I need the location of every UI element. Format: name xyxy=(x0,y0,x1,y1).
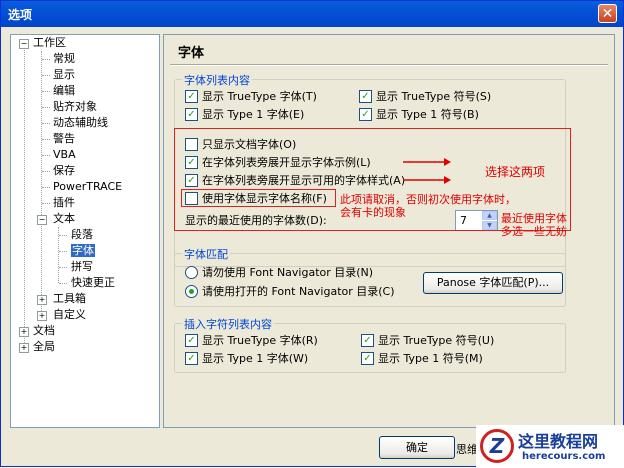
tree-item[interactable]: 显示 xyxy=(53,67,75,83)
insert-tt-symbol-checkbox[interactable]: ✓ 显示 TrueType 符号(U) xyxy=(361,334,494,348)
insert-tt-font-checkbox[interactable]: ✓ 显示 TrueType 字体(R) xyxy=(185,334,318,348)
annotation-arrows xyxy=(403,158,451,184)
expand-icon[interactable]: + xyxy=(19,343,29,353)
font-match-group: 字体匹配 请勿使用 Font Navigator 目录(N) 请使用打开的 Fo… xyxy=(174,246,566,307)
tree-line xyxy=(24,47,25,347)
expand-icon[interactable]: + xyxy=(19,327,29,337)
group-legend: 字体匹配 xyxy=(182,246,230,262)
options-tree[interactable]: − 工作区 常规 显示 编辑 贴齐对象 动态辅助线 警告 VBA 保存 Powe… xyxy=(10,34,160,428)
expand-icon[interactable]: + xyxy=(37,311,47,321)
annotation-uncheck-1: 此项请取消，否则初次使用字体时， xyxy=(340,193,516,206)
tree-item[interactable]: 拼写 xyxy=(71,259,93,275)
collapse-icon[interactable]: − xyxy=(19,39,29,49)
tree-item[interactable]: 快速更正 xyxy=(71,275,115,291)
tree-item-font-selected[interactable]: 字体 xyxy=(71,243,95,259)
watermark-url: herecours.com xyxy=(522,451,606,462)
page-title: 字体 xyxy=(178,46,205,61)
tree-item-toolbox[interactable]: 工具箱 xyxy=(53,291,86,307)
tree-item-text[interactable]: 文本 xyxy=(53,211,75,227)
tree-item[interactable]: 警告 xyxy=(53,131,75,147)
tree-item[interactable]: PowerTRACE xyxy=(53,179,122,195)
tree-item[interactable]: 段落 xyxy=(71,227,93,243)
tree-item-workspace[interactable]: 工作区 xyxy=(33,35,66,51)
annotation-uncheck-2: 会有卡的现象 xyxy=(340,206,406,219)
tree-item-global[interactable]: 全局 xyxy=(33,339,55,355)
expand-icon[interactable]: + xyxy=(37,295,47,305)
tree-item[interactable]: 编辑 xyxy=(53,83,75,99)
show-tt-symbol-checkbox[interactable]: ✓ 显示 TrueType 符号(S) xyxy=(359,90,491,104)
show-tt-font-checkbox[interactable]: ✓ 显示 TrueType 字体(T) xyxy=(185,90,317,104)
show-t1-font-checkbox[interactable]: ✓ 显示 Type 1 字体(E) xyxy=(185,108,304,122)
show-t1-symbol-checkbox[interactable]: ✓ 显示 Type 1 符号(B) xyxy=(359,108,479,122)
tree-item-document[interactable]: 文档 xyxy=(33,323,55,339)
close-button[interactable]: ✕ xyxy=(598,4,617,23)
insert-char-group: 插入字符列表内容 ✓ 显示 TrueType 字体(R) ✓ 显示 TrueType… xyxy=(174,316,566,373)
tree-item[interactable]: 插件 xyxy=(53,195,75,211)
insert-t1-symbol-checkbox[interactable]: ✓ 显示 Type 1 符号(M) xyxy=(361,352,483,366)
group-legend: 插入字符列表内容 xyxy=(182,316,274,332)
options-dialog: 选项 ✕ − 工作区 常规 显示 编辑 贴齐对象 动态辅助线 警告 VBA 保存… xyxy=(0,0,624,468)
group-legend: 字体列表内容 xyxy=(182,72,252,88)
window-title: 选项 xyxy=(8,8,33,22)
tree-item[interactable]: 贴齐对象 xyxy=(53,99,97,115)
tree-item[interactable]: 动态辅助线 xyxy=(53,115,108,131)
title-bar: 选项 ✕ xyxy=(1,1,623,27)
partial-button-label: 思维 xyxy=(456,443,478,456)
panose-match-button[interactable]: Panose 字体匹配(P)... xyxy=(423,272,563,294)
watermark: Z 这里教程网 herecours.com xyxy=(476,425,624,468)
annotation-recent-1: 最近使用字体 xyxy=(501,212,567,225)
tree-item-custom[interactable]: 自定义 xyxy=(53,307,86,323)
watermark-title: 这里教程网 xyxy=(518,432,599,451)
divider xyxy=(170,64,608,66)
tree-item[interactable]: 常规 xyxy=(53,51,75,67)
tree-item[interactable]: 保存 xyxy=(53,163,75,179)
use-fn-radio[interactable]: 请使用打开的 Font Navigator 目录(C) xyxy=(185,285,395,299)
tree-item[interactable]: VBA xyxy=(53,147,76,163)
insert-t1-font-checkbox[interactable]: ✓ 显示 Type 1 字体(W) xyxy=(185,352,308,366)
collapse-icon[interactable]: − xyxy=(37,215,47,225)
annotation-box-small xyxy=(181,189,336,207)
annotation-select-two: 选择这两项 xyxy=(485,165,546,179)
no-fn-radio[interactable]: 请勿使用 Font Navigator 目录(N) xyxy=(185,266,373,280)
ok-button[interactable]: 确定 xyxy=(379,436,455,459)
annotation-recent-2: 多选一些无妨 xyxy=(501,225,567,238)
watermark-logo-icon: Z xyxy=(480,429,514,463)
